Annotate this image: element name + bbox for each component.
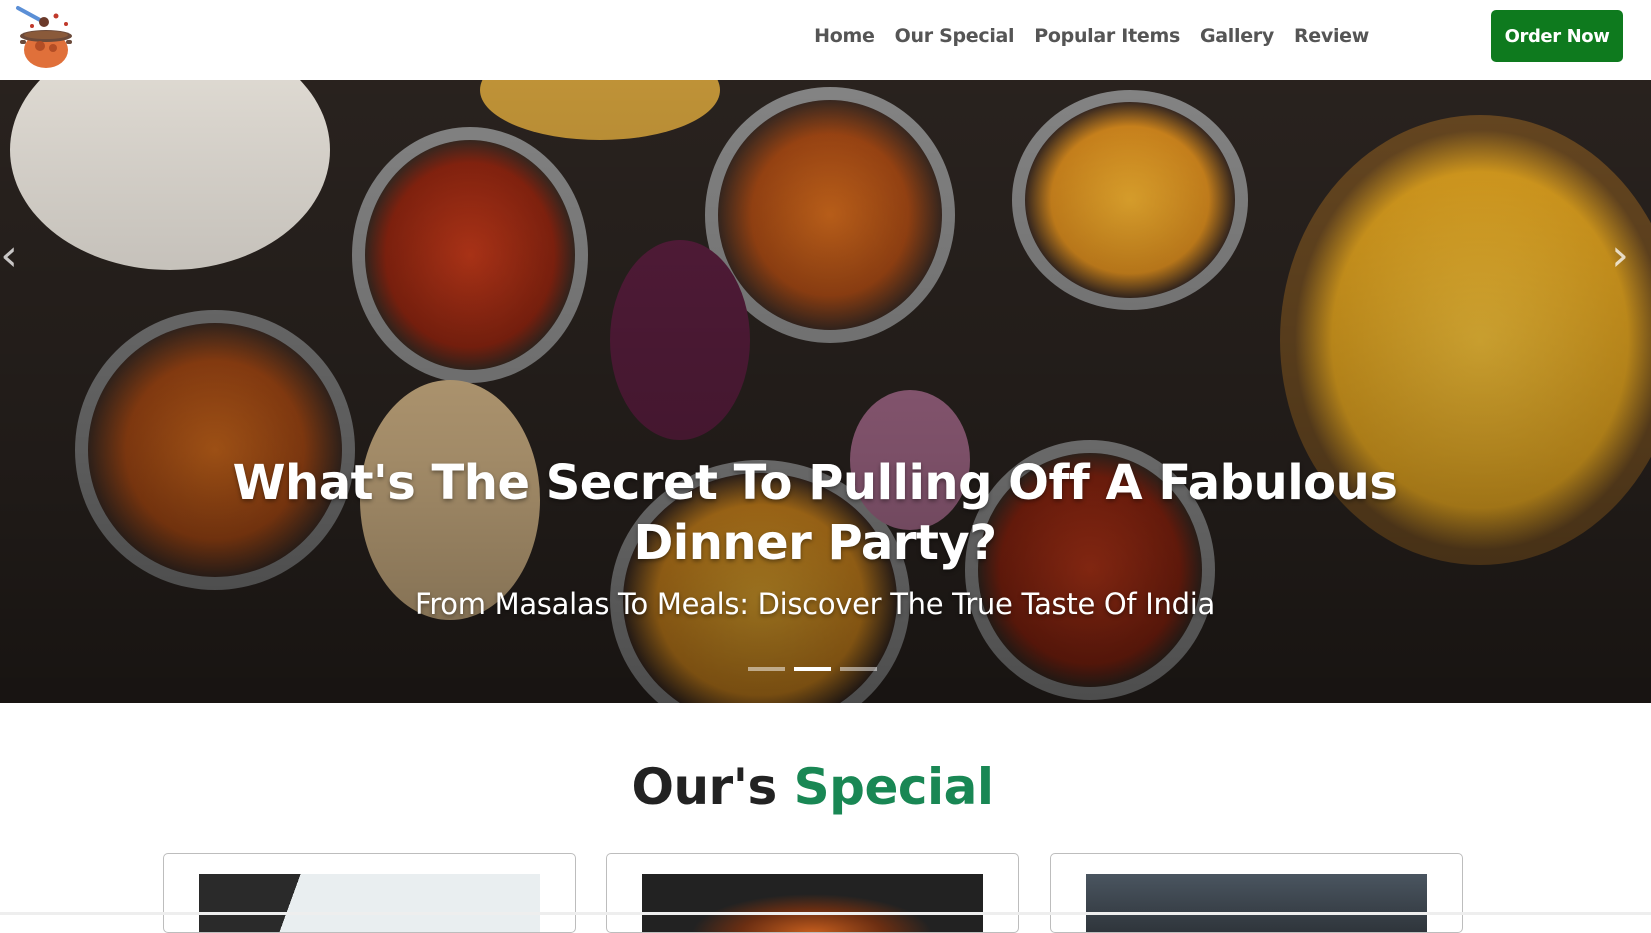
- hero-carousel: ‹ › What's The Secret To Pulling Off A F…: [0, 80, 1651, 703]
- nav-link-review[interactable]: Review: [1294, 25, 1369, 47]
- carousel-indicators: [748, 667, 877, 671]
- nav-link-popular-items[interactable]: Popular Items: [1034, 25, 1180, 47]
- nav-link-home[interactable]: Home: [814, 25, 875, 47]
- carousel-indicator-2[interactable]: [794, 667, 831, 671]
- section-title: Our's Special: [0, 758, 1625, 816]
- section-title-main: Our's: [631, 758, 794, 816]
- chevron-right-icon[interactable]: ›: [1605, 230, 1635, 281]
- main-nav: Home Our Special Popular Items Gallery R…: [814, 0, 1369, 72]
- special-card-image: [199, 874, 540, 932]
- chevron-left-icon[interactable]: ‹: [0, 230, 24, 281]
- special-card-2[interactable]: [606, 853, 1019, 933]
- section-title-accent: Special: [793, 758, 994, 816]
- special-card-1[interactable]: [163, 853, 576, 933]
- carousel-indicator-1[interactable]: [748, 667, 785, 671]
- nav-link-our-special[interactable]: Our Special: [895, 25, 1015, 47]
- navbar: Home Our Special Popular Items Gallery R…: [0, 0, 1651, 80]
- nav-link-gallery[interactable]: Gallery: [1200, 25, 1274, 47]
- hero-subtitle: From Masalas To Meals: Discover The True…: [415, 587, 1215, 621]
- cooking-pot-icon[interactable]: [10, 2, 82, 72]
- special-card-image: [1086, 874, 1427, 932]
- order-now-button[interactable]: Order Now: [1491, 10, 1623, 62]
- special-card-3[interactable]: [1050, 853, 1463, 933]
- hero-title: What's The Secret To Pulling Off A Fabul…: [232, 455, 1398, 571]
- carousel-indicator-3[interactable]: [840, 667, 877, 671]
- special-card-image: [642, 874, 983, 932]
